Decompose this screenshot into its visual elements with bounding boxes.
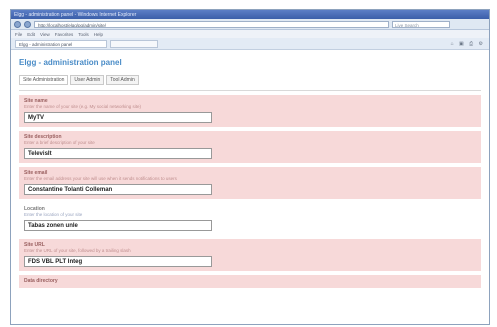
browser-window: Elgg - administration panel - Windows In… bbox=[10, 9, 490, 325]
field-description: Enter the URL of your site, followed by … bbox=[24, 248, 131, 253]
field-data-directory: Data directory bbox=[19, 275, 481, 288]
forward-arrow-icon[interactable] bbox=[24, 20, 31, 28]
site-email-input[interactable]: Constantine Tolanti Colleman bbox=[24, 184, 212, 195]
window-titlebar: Elgg - administration panel - Windows In… bbox=[11, 10, 489, 19]
browser-tab-bar: Elgg - administration panel ⌂ ▣ ⎙ ⚙ bbox=[11, 38, 489, 50]
field-site-description: Site description Enter a brief descripti… bbox=[19, 131, 481, 163]
site-name-input[interactable]: MyTV bbox=[24, 112, 212, 123]
address-bar-row: http://localhost/elgg/pg/admin/site/ Liv… bbox=[11, 19, 489, 30]
field-location: Location Enter the location of your site… bbox=[19, 203, 481, 235]
field-site-url: Site URL Enter the URL of your site, fol… bbox=[19, 239, 481, 271]
menu-item-help[interactable]: Help bbox=[94, 32, 103, 37]
field-label: Data directory bbox=[24, 278, 58, 284]
divider bbox=[19, 90, 481, 91]
toolbar-icons[interactable]: ⌂ ▣ ⎙ ⚙ bbox=[451, 41, 485, 47]
site-description-input[interactable]: TelevisIt bbox=[24, 148, 212, 159]
menu-item-tools[interactable]: Tools bbox=[78, 32, 89, 37]
location-input[interactable]: Tabas zonen unle bbox=[24, 220, 212, 231]
page-title: Elgg - administration panel bbox=[19, 58, 122, 67]
field-description: Enter a brief description of your site bbox=[24, 140, 95, 145]
browser-tab-active[interactable]: Elgg - administration panel bbox=[15, 39, 107, 48]
menu-item-favorites[interactable]: Favorites bbox=[55, 32, 74, 37]
field-description: Enter the location of your site bbox=[24, 212, 83, 217]
field-site-name: Site name Enter the name of your site (e… bbox=[19, 95, 481, 127]
menu-item-view[interactable]: View bbox=[40, 32, 50, 37]
page-content: Elgg - administration panel Site Adminis… bbox=[11, 50, 489, 324]
browser-tab-new[interactable] bbox=[110, 39, 158, 48]
menu-item-file[interactable]: File bbox=[15, 32, 22, 37]
menu-item-edit[interactable]: Edit bbox=[27, 32, 35, 37]
site-url-input[interactable]: FDS VBL PLT Integ bbox=[24, 256, 212, 267]
search-input[interactable]: Live Search bbox=[392, 20, 450, 28]
menu-bar: File Edit View Favorites Tools Help bbox=[11, 30, 489, 38]
address-input[interactable]: http://localhost/elgg/pg/admin/site/ bbox=[34, 20, 389, 28]
back-arrow-icon[interactable] bbox=[14, 20, 21, 28]
tab-user-admin[interactable]: User Admin bbox=[70, 75, 105, 85]
tab-tool-admin[interactable]: Tool Admin bbox=[106, 75, 139, 85]
window-title: Elgg - administration panel - Windows In… bbox=[14, 11, 137, 18]
field-description: Enter the name of your site (e.g. My soc… bbox=[24, 104, 142, 109]
field-description: Enter the email address your site will u… bbox=[24, 176, 177, 181]
tab-site-administration[interactable]: Site Administration bbox=[19, 75, 69, 85]
field-site-email: Site email Enter the email address your … bbox=[19, 167, 481, 199]
admin-tabs: Site Administration User Admin Tool Admi… bbox=[19, 75, 481, 85]
